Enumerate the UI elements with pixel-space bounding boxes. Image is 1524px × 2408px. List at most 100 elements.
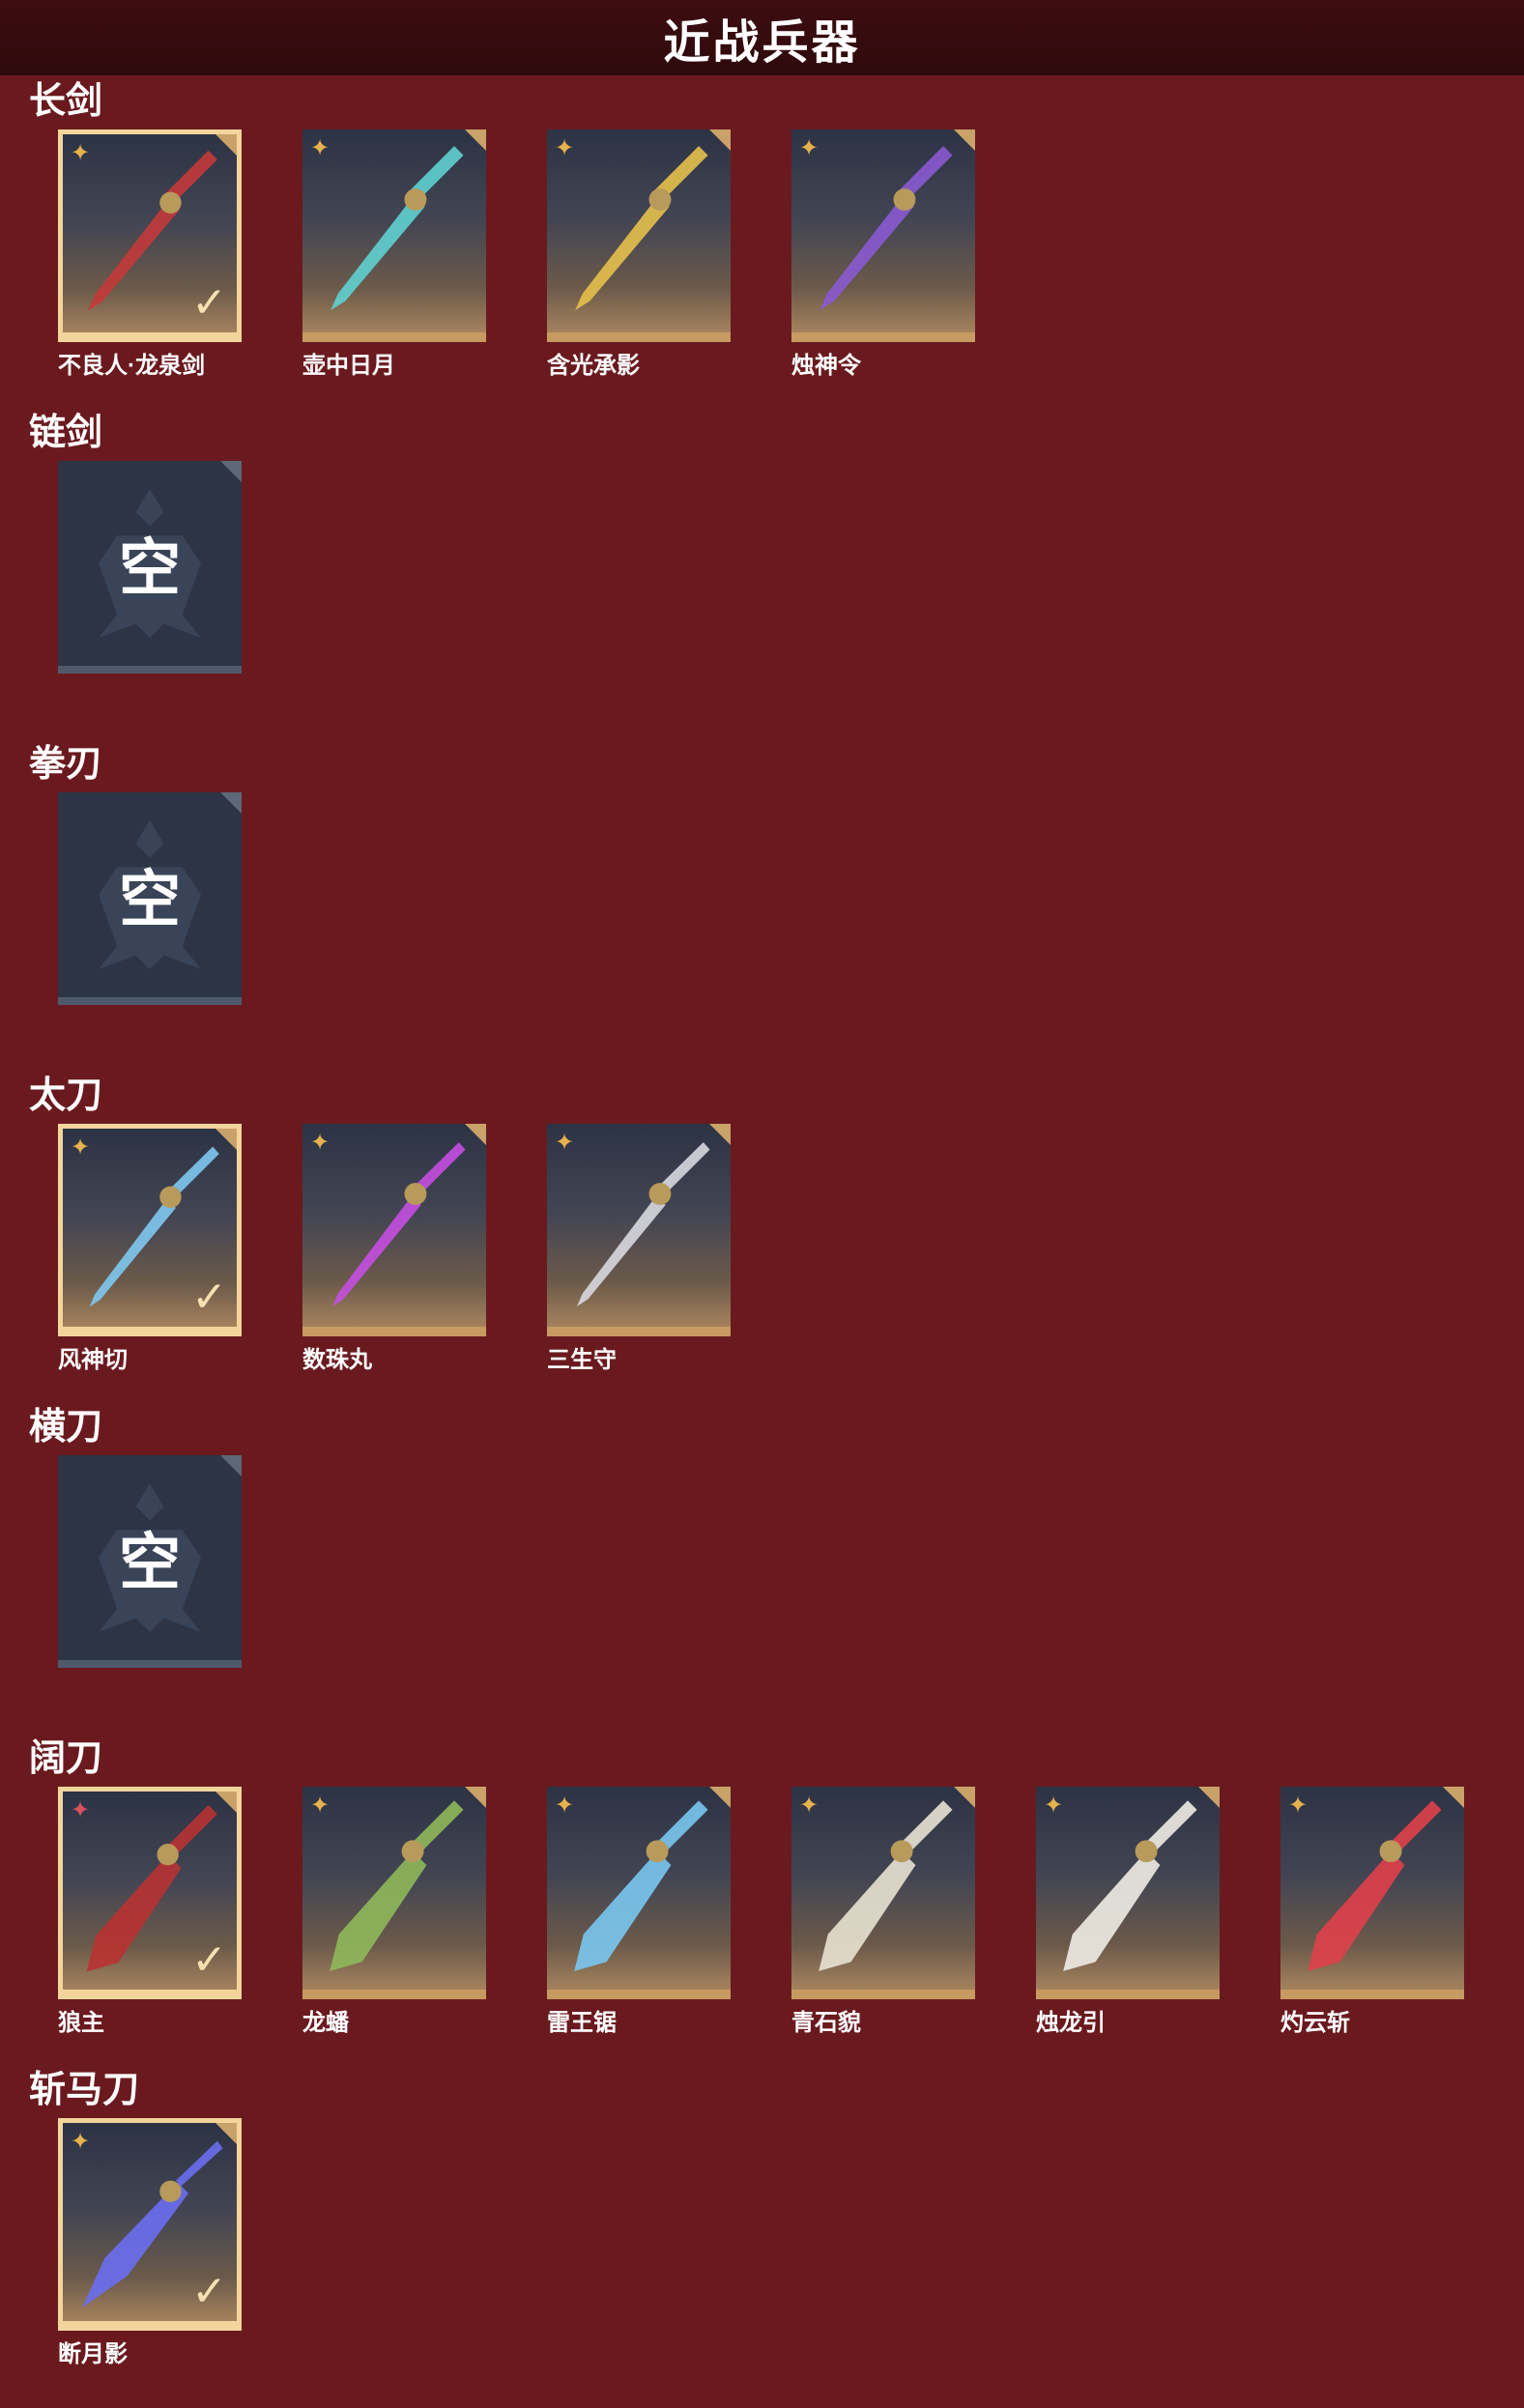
page-header: 近战兵器 [0,0,1524,75]
corner-tab-icon [220,1455,242,1476]
corner-tab-icon [220,792,242,814]
section-title: 横刀 [29,1407,103,1448]
weapon-name: 青石貌 [791,2010,861,2036]
weapon-name: 壶中日月 [302,353,395,379]
weapon-card[interactable]: ✦ ✓ [58,2118,242,2331]
corner-tab-icon [465,1124,486,1145]
empty-label: 空 [119,1528,181,1597]
rank-star-icon: ✦ [1044,1792,1064,1819]
weapon-card[interactable]: ✦ [547,1124,731,1336]
weapon-name: 不良人·龙泉剑 [58,353,205,379]
empty-slot[interactable]: 空 [58,461,242,674]
katana-icon [332,1142,466,1306]
corner-tab-icon [220,461,242,482]
rank-star-icon: ✦ [310,1130,331,1156]
weapon-card[interactable]: ✦ ✓ [58,1124,242,1336]
sword-icon [331,146,464,311]
rank-star-icon: ✦ [555,1130,575,1156]
weapon-card[interactable]: ✦ ✓ [58,129,242,342]
section-title: 斩马刀 [29,2070,140,2110]
weapon-item[interactable]: ✦ 灼云斩 [1280,1787,1464,2037]
rank-star-icon: ✦ [71,2129,91,2155]
corner-tab-icon [465,1787,486,1808]
broadsword-icon [574,1800,708,1971]
corner-tab-icon [1198,1787,1220,1808]
section-title: 拳刃 [29,744,103,785]
weapon-item[interactable]: ✦ 数珠丸 [302,1124,486,1374]
broadsword-icon [1063,1800,1197,1971]
rank-star-icon: ✦ [799,1792,820,1819]
weapon-list: ✦ ✓ 不良人·龙泉剑 ✦ 壶中日月 ✦ 含光承影 ✦ 烛神令 [58,129,1508,419]
weapon-list: ✦ ✓ 狼主 ✦ 龙蟠 ✦ 雷王锯 ✦ 青石貌 ✦ 烛龙引 ✦ 灼云斩 [58,1787,1508,2077]
weapon-name: 灼云斩 [1280,2010,1350,2036]
weapon-item[interactable]: ✦ 三生守 [547,1124,731,1374]
weapon-item[interactable]: ✦ 烛龙引 [1036,1787,1220,2037]
corner-tab-icon [954,1787,975,1808]
weapon-card[interactable]: ✦ [302,1124,486,1336]
weapon-name: 烛神令 [791,353,861,379]
corner-tab-icon [216,134,237,156]
corner-tab-icon [216,1129,237,1150]
equipped-check-icon: ✓ [191,1274,227,1321]
equipped-check-icon: ✓ [191,279,227,327]
empty-slot-card[interactable]: 空 [58,1455,242,1668]
empty-slot[interactable]: 空 [58,792,242,1005]
weapon-item[interactable]: ✦ 雷王锯 [547,1787,731,2037]
weapon-item[interactable]: ✦ ✓ 断月影 [58,2118,242,2368]
weapon-card[interactable]: ✦ [302,1787,486,1999]
weapon-name: 狼主 [58,2010,104,2036]
empty-label: 空 [119,865,181,934]
empty-slot-card[interactable]: 空 [58,792,242,1005]
rank-star-icon: ✦ [555,135,575,161]
corner-tab-icon [709,1787,731,1808]
corner-tab-icon [709,1124,731,1145]
section-title: 长剑 [29,81,103,122]
weapon-card[interactable]: ✦ [302,129,486,342]
weapon-item[interactable]: ✦ 龙蟠 [302,1787,486,2037]
weapon-card[interactable]: ✦ [791,1787,975,1999]
rank-star-icon: ✦ [310,1792,331,1819]
rank-star-icon: ✦ [310,135,331,161]
broadsword-icon [330,1800,464,1971]
katana-icon [577,1142,710,1306]
broadsword-icon [1308,1800,1442,1971]
empty-slot-card[interactable]: 空 [58,461,242,674]
corner-tab-icon [465,129,486,151]
section-title: 链剑 [29,413,103,453]
corner-tab-icon [954,129,975,151]
rank-star-icon: ✦ [71,1134,91,1161]
weapon-card[interactable]: ✦ [1280,1787,1464,1999]
empty-slot[interactable]: 空 [58,1455,242,1668]
weapon-card[interactable]: ✦ [547,129,731,342]
empty-label: 空 [119,533,181,603]
weapon-item[interactable]: ✦ ✓ 狼主 [58,1787,242,2037]
weapon-card[interactable]: ✦ ✓ [58,1787,242,1999]
equipped-check-icon: ✓ [191,1936,227,1984]
weapon-card[interactable]: ✦ [547,1787,731,1999]
weapon-list: 空 [58,461,1508,751]
sword-icon [575,146,708,311]
weapon-name: 三生守 [547,1347,617,1373]
page-title: 近战兵器 [663,17,861,69]
weapon-name: 数珠丸 [302,1347,372,1373]
weapon-item[interactable]: ✦ 壶中日月 [302,129,486,380]
weapon-item[interactable]: ✦ 烛神令 [791,129,975,380]
equipped-check-icon: ✓ [191,2268,227,2315]
rank-star-icon: ✦ [799,135,820,161]
corner-tab-icon [216,2123,237,2144]
weapon-item[interactable]: ✦ ✓ 不良人·龙泉剑 [58,129,242,380]
weapon-list: 空 [58,1455,1508,1745]
weapon-item[interactable]: ✦ 青石貌 [791,1787,975,2037]
weapon-item[interactable]: ✦ ✓ 风神切 [58,1124,242,1374]
weapon-card[interactable]: ✦ [791,129,975,342]
section-title: 阔刀 [29,1738,103,1779]
weapon-item[interactable]: ✦ 含光承影 [547,129,731,380]
rank-star-icon: ✦ [555,1792,575,1819]
weapon-name: 断月影 [58,2341,128,2367]
weapon-name: 风神切 [58,1347,128,1373]
weapon-name: 含光承影 [547,353,640,379]
sword-icon [820,146,953,311]
corner-tab-icon [709,129,731,151]
section-title: 太刀 [29,1075,103,1116]
weapon-card[interactable]: ✦ [1036,1787,1220,1999]
